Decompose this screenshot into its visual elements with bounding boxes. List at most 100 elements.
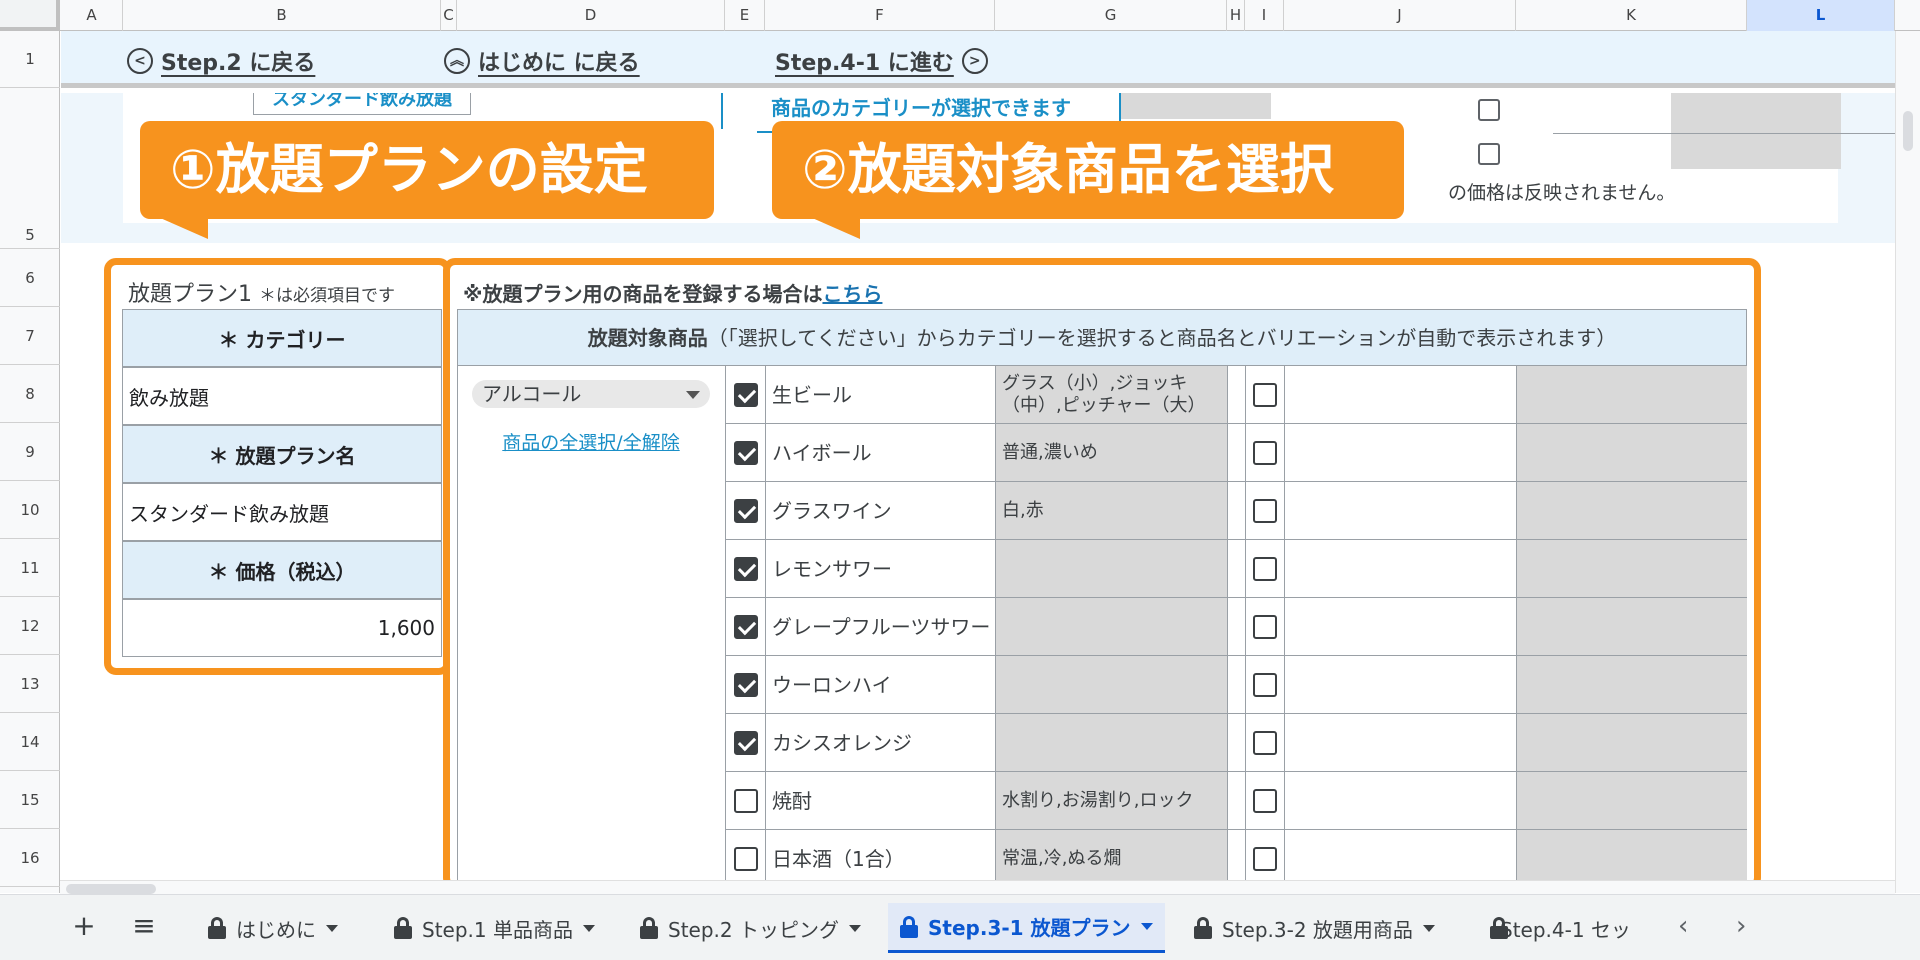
option-checkbox[interactable] bbox=[1253, 556, 1277, 581]
row-header-15[interactable]: 15 bbox=[0, 771, 60, 829]
sheet-tab[interactable]: Step.2 トッピング bbox=[628, 903, 873, 953]
all-sheets-menu-icon[interactable]: ≡ bbox=[124, 909, 164, 942]
option-checkbox-cell[interactable] bbox=[1246, 424, 1285, 482]
next-step41-link[interactable]: Step.4-1 に進む > bbox=[775, 45, 988, 77]
price-value-cell[interactable]: 1,600 bbox=[122, 599, 442, 657]
column-header-j[interactable]: J bbox=[1284, 0, 1516, 31]
option-checkbox[interactable] bbox=[1253, 382, 1277, 407]
select-all-corner[interactable] bbox=[0, 0, 60, 31]
column-header-b[interactable]: B bbox=[123, 0, 441, 31]
include-checkbox[interactable] bbox=[733, 788, 758, 813]
chevron-down-icon[interactable] bbox=[1140, 923, 1153, 930]
include-checkbox-cell[interactable] bbox=[726, 366, 766, 424]
row-header-6[interactable]: 6 bbox=[0, 249, 60, 307]
column-header-f[interactable]: F bbox=[765, 0, 995, 31]
horizontal-scrollbar[interactable] bbox=[60, 880, 1895, 894]
include-checkbox-cell[interactable] bbox=[726, 424, 766, 482]
option-checkbox[interactable] bbox=[1253, 730, 1277, 755]
option-checkbox-cell[interactable] bbox=[1246, 714, 1285, 772]
option-value-cell[interactable] bbox=[1285, 598, 1517, 656]
vertical-scroll-thumb[interactable] bbox=[1903, 111, 1913, 151]
column-header-d[interactable]: D bbox=[457, 0, 725, 31]
include-checkbox-cell[interactable] bbox=[726, 714, 766, 772]
register-link[interactable]: こちら bbox=[822, 282, 882, 306]
option-checkbox-cell[interactable] bbox=[1246, 366, 1285, 424]
include-checkbox-cell[interactable] bbox=[726, 540, 766, 598]
option-value-cell[interactable] bbox=[1285, 482, 1517, 540]
include-checkbox[interactable] bbox=[733, 614, 758, 639]
include-checkbox[interactable] bbox=[733, 730, 758, 755]
column-header-a[interactable]: A bbox=[61, 0, 123, 31]
row-header-16[interactable]: 16 bbox=[0, 829, 60, 887]
include-checkbox-cell[interactable] bbox=[726, 598, 766, 656]
row-header-9[interactable]: 9 bbox=[0, 423, 60, 481]
option-checkbox-cell[interactable] bbox=[1246, 772, 1285, 830]
option-value-cell[interactable] bbox=[1285, 424, 1517, 482]
add-sheet-icon[interactable]: + bbox=[64, 909, 104, 942]
option-checkbox[interactable] bbox=[1253, 788, 1277, 813]
chevron-down-icon[interactable] bbox=[326, 924, 338, 932]
row-header-12[interactable]: 12 bbox=[0, 597, 60, 655]
back-step2-link[interactable]: < Step.2 に戻る bbox=[127, 45, 315, 77]
option-checkbox[interactable] bbox=[1253, 498, 1277, 523]
vertical-scrollbar[interactable] bbox=[1895, 31, 1920, 893]
include-checkbox-cell[interactable] bbox=[726, 482, 766, 540]
column-header-k[interactable]: K bbox=[1516, 0, 1747, 31]
option-value-cell[interactable] bbox=[1285, 830, 1517, 880]
preview-checkbox[interactable] bbox=[1478, 99, 1500, 121]
sheet-tab[interactable]: Step.1 単品商品 bbox=[382, 903, 607, 953]
option-checkbox-cell[interactable] bbox=[1246, 830, 1285, 880]
option-value-cell[interactable] bbox=[1285, 656, 1517, 714]
option-value-cell[interactable] bbox=[1285, 540, 1517, 598]
row-header-8[interactable]: 8 bbox=[0, 365, 60, 423]
tab-scroll-left-icon[interactable]: ‹ bbox=[1678, 911, 1688, 941]
category-select[interactable]: アルコール bbox=[472, 380, 710, 408]
sheet-tab[interactable]: Step.3-1 放題プラン bbox=[888, 903, 1165, 953]
option-checkbox[interactable] bbox=[1253, 614, 1277, 639]
sheet-tab[interactable]: Step.4-1 セッ bbox=[1478, 903, 1638, 953]
row-header-13[interactable]: 13 bbox=[0, 655, 60, 713]
include-checkbox-cell[interactable] bbox=[726, 772, 766, 830]
row-header-1[interactable]: 1 bbox=[0, 31, 60, 88]
include-checkbox[interactable] bbox=[733, 556, 758, 581]
option-value-cell[interactable] bbox=[1285, 366, 1517, 424]
option-checkbox[interactable] bbox=[1253, 440, 1277, 465]
include-checkbox[interactable] bbox=[733, 498, 758, 523]
plan-name-value-cell[interactable]: スタンダード飲み放題 bbox=[122, 483, 442, 541]
column-header-c[interactable]: C bbox=[441, 0, 457, 31]
option-value-cell[interactable] bbox=[1285, 714, 1517, 772]
chevron-down-icon[interactable] bbox=[582, 924, 595, 932]
horizontal-scroll-thumb[interactable] bbox=[66, 884, 156, 894]
sheet-tab[interactable]: Step.3-2 放題用商品 bbox=[1182, 903, 1447, 953]
row-header-14[interactable]: 14 bbox=[0, 713, 60, 771]
category-value-cell[interactable]: 飲み放題 bbox=[122, 367, 442, 425]
tab-scroll-right-icon[interactable]: › bbox=[1736, 911, 1746, 941]
row-header-10[interactable]: 10 bbox=[0, 481, 60, 539]
row-header-11[interactable]: 11 bbox=[0, 539, 60, 597]
row-header-5[interactable]: 5 bbox=[0, 221, 60, 249]
chevron-down-icon[interactable] bbox=[1422, 924, 1435, 932]
back-intro-link[interactable]: ︽ はじめに に戻る bbox=[444, 45, 640, 77]
column-header-l[interactable]: L bbox=[1747, 0, 1895, 31]
include-checkbox-cell[interactable] bbox=[726, 656, 766, 714]
row-header-7[interactable]: 7 bbox=[0, 307, 60, 365]
option-checkbox-cell[interactable] bbox=[1246, 540, 1285, 598]
option-checkbox-cell[interactable] bbox=[1246, 598, 1285, 656]
option-checkbox[interactable] bbox=[1253, 846, 1277, 871]
option-value-cell[interactable] bbox=[1285, 772, 1517, 830]
chevron-down-icon[interactable] bbox=[848, 924, 861, 932]
include-checkbox[interactable] bbox=[733, 846, 758, 871]
sheet-tab[interactable]: はじめに bbox=[196, 903, 350, 953]
include-checkbox[interactable] bbox=[733, 382, 758, 407]
column-header-i[interactable]: I bbox=[1245, 0, 1284, 31]
include-checkbox[interactable] bbox=[733, 440, 758, 465]
option-checkbox-cell[interactable] bbox=[1246, 482, 1285, 540]
column-header-e[interactable]: E bbox=[725, 0, 765, 31]
include-checkbox-cell[interactable] bbox=[726, 830, 766, 880]
preview-checkbox[interactable] bbox=[1478, 143, 1500, 165]
column-header-g[interactable]: G bbox=[995, 0, 1227, 31]
include-checkbox[interactable] bbox=[733, 672, 758, 697]
select-all-link[interactable]: 商品の全選択/全解除 bbox=[458, 428, 724, 455]
option-checkbox-cell[interactable] bbox=[1246, 656, 1285, 714]
column-header-h[interactable]: H bbox=[1227, 0, 1245, 31]
